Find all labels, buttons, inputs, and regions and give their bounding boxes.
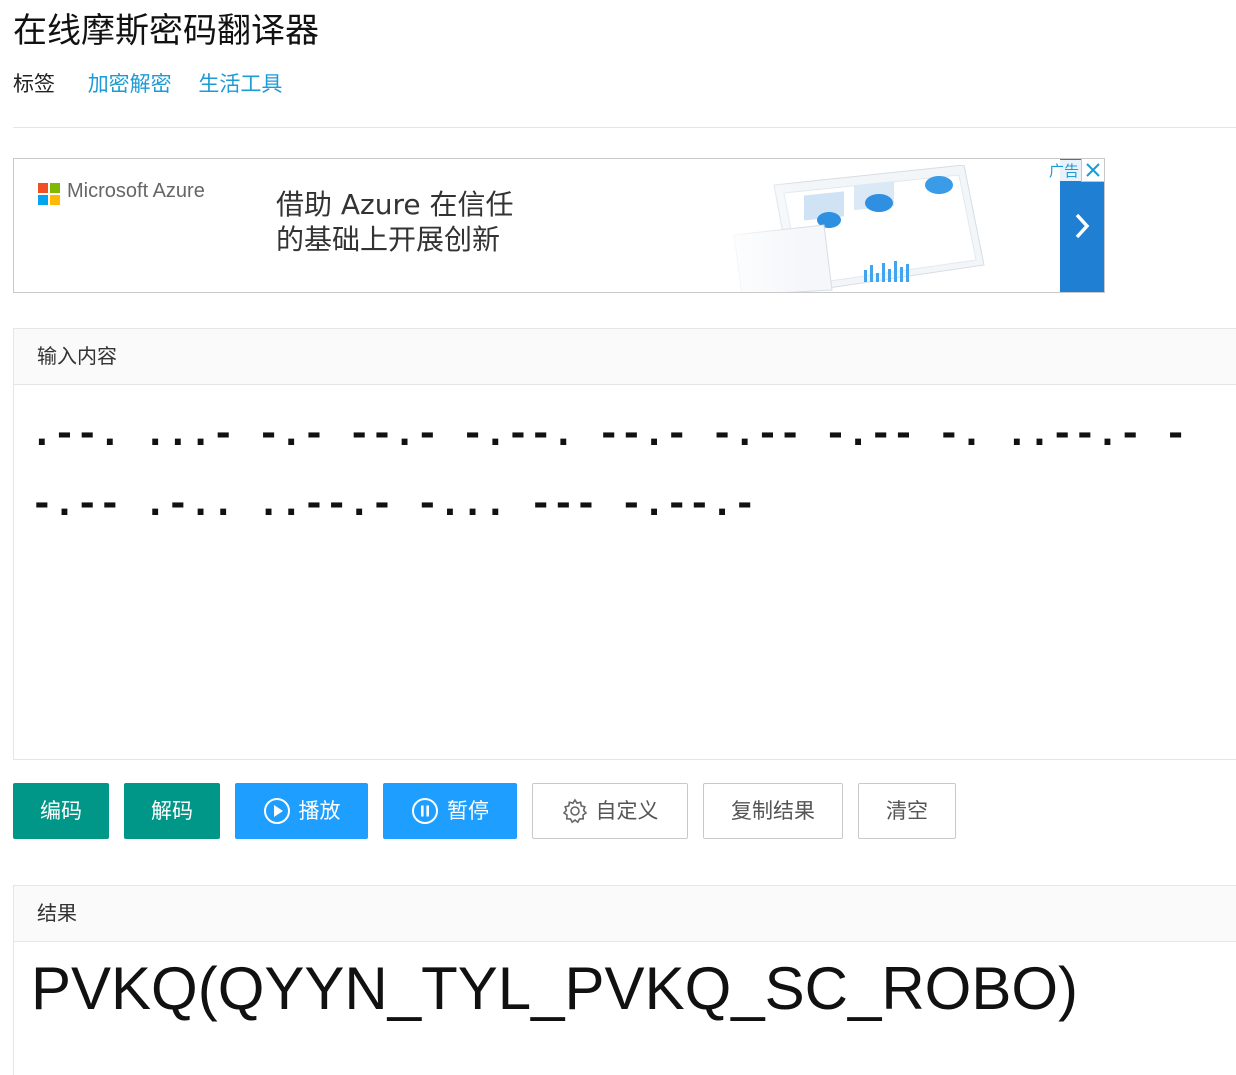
tag-bar: 标签 加密解密 生活工具 bbox=[13, 68, 302, 100]
input-panel: 输入内容 .--. ...- -.- --.- -.--. --.- -.-- … bbox=[13, 328, 1236, 760]
clear-button[interactable]: 清空 bbox=[858, 783, 956, 839]
custom-button[interactable]: 自定义 bbox=[532, 783, 688, 839]
encode-button[interactable]: 编码 bbox=[13, 783, 109, 839]
pause-button-label: 暂停 bbox=[447, 799, 489, 823]
encode-button-label: 编码 bbox=[40, 799, 82, 823]
play-button[interactable]: 播放 bbox=[235, 783, 368, 839]
result-panel-header: 结果 bbox=[14, 886, 1236, 942]
ad-label[interactable]: 广告 bbox=[1045, 160, 1082, 181]
result-output[interactable]: PVKQ(QYYN_TYL_PVKQ_SC_ROBO) bbox=[31, 949, 1078, 1029]
play-button-label: 播放 bbox=[298, 799, 341, 823]
clear-button-label: 清空 bbox=[886, 799, 928, 823]
copy-result-button-label: 复制结果 bbox=[731, 799, 815, 823]
tag-link-encryption[interactable]: 加密解密 bbox=[88, 72, 172, 96]
pause-button[interactable]: 暂停 bbox=[383, 783, 517, 839]
tags-label: 标签 bbox=[13, 72, 55, 96]
custom-button-label: 自定义 bbox=[595, 799, 659, 823]
microsoft-logo-icon bbox=[38, 183, 60, 205]
decode-button[interactable]: 解码 bbox=[124, 783, 220, 839]
play-circle-icon bbox=[263, 798, 290, 824]
ad-brand: Microsoft Azure bbox=[67, 180, 205, 202]
pause-circle-icon bbox=[412, 798, 438, 824]
morse-input[interactable]: .--. ...- -.- --.- -.--. --.- -.-- -.-- … bbox=[31, 399, 1236, 539]
input-panel-header: 输入内容 bbox=[14, 329, 1236, 385]
copy-result-button[interactable]: 复制结果 bbox=[703, 783, 843, 839]
ad-headline: 借助 Azure 在信任 的基础上开展创新 bbox=[276, 187, 514, 257]
chevron-right-icon bbox=[1075, 213, 1090, 238]
close-icon bbox=[1086, 163, 1100, 177]
ad-close-button[interactable] bbox=[1081, 159, 1104, 182]
gear-icon bbox=[562, 798, 587, 824]
ad-headline-line1: 借助 Azure 在信任 bbox=[276, 188, 514, 221]
tag-link-life-tools[interactable]: 生活工具 bbox=[198, 72, 282, 96]
ad-dashboard-image bbox=[714, 165, 1064, 292]
result-panel: 结果 PVKQ(QYYN_TYL_PVKQ_SC_ROBO) bbox=[13, 885, 1236, 1075]
decode-button-label: 解码 bbox=[151, 799, 193, 823]
ad-banner[interactable]: Microsoft Azure 借助 Azure 在信任 的基础上开展创新 广告 bbox=[13, 158, 1105, 293]
page-title: 在线摩斯密码翻译器 bbox=[13, 11, 319, 51]
divider bbox=[13, 127, 1236, 128]
ad-headline-line2: 的基础上开展创新 bbox=[276, 223, 501, 256]
